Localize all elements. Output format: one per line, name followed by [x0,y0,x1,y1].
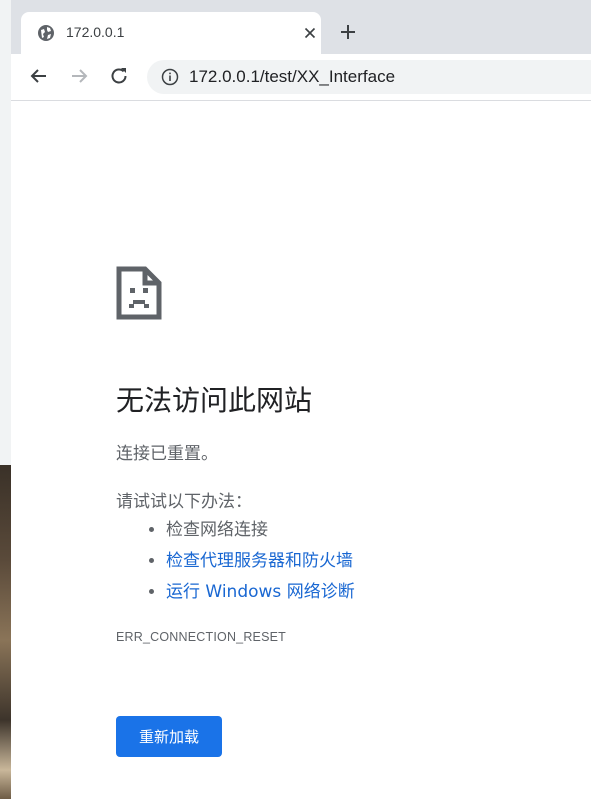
url-text[interactable]: 172.0.0.1/test/XX_Interface [189,67,395,87]
list-item[interactable]: 检查代理服务器和防火墙 [166,546,355,577]
list-item: 检查网络连接 [166,515,355,546]
reload-button[interactable]: 重新加载 [116,716,222,757]
globe-icon [38,25,54,41]
new-tab-plus-icon[interactable] [336,20,360,44]
arrow-left-icon[interactable] [27,64,51,88]
desktop-background [0,0,11,799]
suggestion-check-network: 检查网络连接 [166,520,268,540]
error-code: ERR_CONNECTION_RESET [116,630,286,644]
info-icon[interactable] [161,68,179,86]
arrow-right-icon[interactable] [67,64,91,88]
reload-icon[interactable] [107,64,131,88]
page-title: 无法访问此网站 [116,384,313,417]
suggestions-list: 检查网络连接 检查代理服务器和防火墙 运行 Windows 网络诊断 [146,515,355,608]
error-description: 连接已重置。 [116,444,218,464]
error-page: 无法访问此网站 连接已重置。 请试试以下办法： 检查网络连接 检查代理服务器和防… [11,101,591,799]
browser-window: 172.0.0.1 172.0.0.1/test/XX_Interface 无法… [11,0,591,799]
tab-title: 172.0.0.1 [66,24,125,40]
suggestion-run-diagnostics-link[interactable]: 运行 Windows 网络诊断 [166,582,355,602]
address-bar[interactable]: 172.0.0.1/test/XX_Interface [147,60,591,94]
toolbar: 172.0.0.1/test/XX_Interface [11,54,591,101]
suggestion-check-proxy-link[interactable]: 检查代理服务器和防火墙 [166,551,353,571]
tab-strip: 172.0.0.1 [11,0,591,54]
tab-active[interactable]: 172.0.0.1 [21,12,321,54]
suggestions-heading: 请试试以下办法： [116,492,252,512]
close-icon[interactable] [301,24,319,42]
list-item[interactable]: 运行 Windows 网络诊断 [166,577,355,608]
sad-page-icon [116,266,162,320]
